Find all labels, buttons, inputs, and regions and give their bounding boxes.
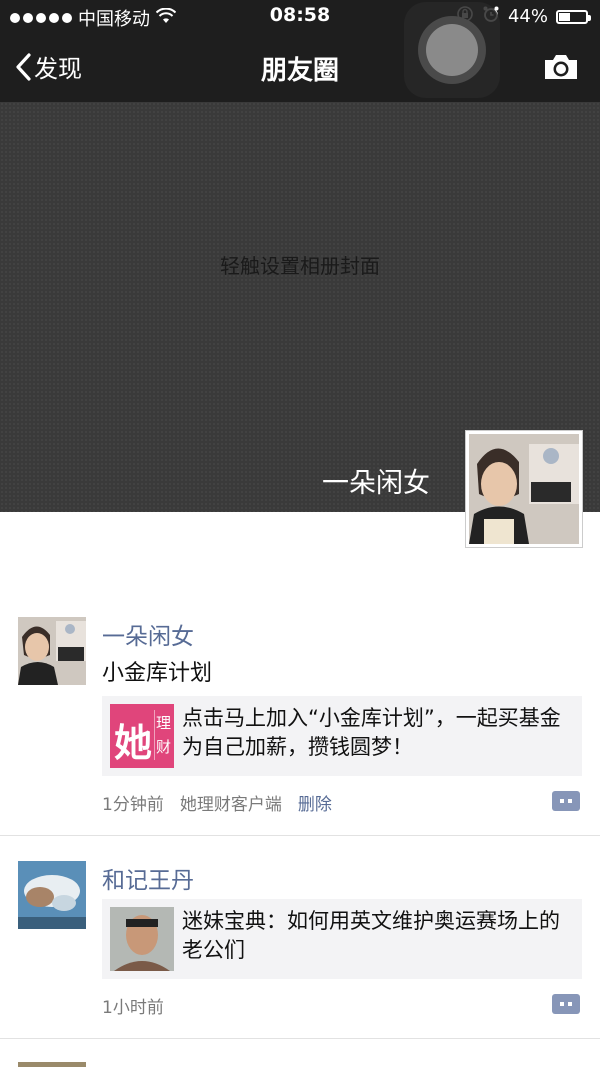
article-thumbnail-photo — [110, 907, 174, 971]
camera-button[interactable] — [542, 52, 580, 86]
user-avatar-photo — [18, 617, 86, 685]
nav-bar: 发现 朋友圈 — [0, 34, 600, 102]
status-bar: 中国移动 08:58 44% — [0, 0, 600, 34]
page-title: 朋友圈 — [260, 56, 339, 86]
divider — [0, 835, 600, 836]
app-logo-sub1: 理 — [156, 714, 172, 732]
owner-name: 一朵闲女 — [322, 468, 430, 499]
user-avatar-photo — [18, 861, 86, 929]
article-thumbnail — [110, 907, 174, 971]
post-meta: 1小时前 — [102, 993, 164, 1018]
post-meta: 1分钟前 她理财客户端 删除 — [102, 790, 332, 815]
post-time: 1分钟前 — [102, 795, 164, 815]
app-logo-main: 她 — [114, 721, 153, 765]
post-item: 和记王丹 迷妹宝典：如何用英文维护奥运赛场上的老公们 1小时前 — [0, 861, 600, 1037]
post-text: 小金库计划 — [102, 661, 213, 686]
app-logo-sub2: 财 — [156, 738, 172, 756]
share-card-text: 迷妹宝典：如何用英文维护奥运赛场上的老公们 — [182, 909, 560, 962]
post-item: 一朵闲女 小金库计划 她 理 财 点击马上加入“小金库计划”，一起买基金为自己加… — [0, 617, 600, 835]
assistive-touch-button[interactable] — [404, 2, 500, 98]
comment-icon[interactable] — [552, 994, 580, 1014]
share-card[interactable]: 迷妹宝典：如何用英文维护奥运赛场上的老公们 — [102, 899, 582, 979]
comment-icon[interactable] — [552, 791, 580, 811]
post-source[interactable]: 她理财客户端 — [180, 790, 282, 815]
assistive-core — [426, 24, 478, 76]
user-avatar[interactable] — [18, 617, 86, 685]
divider — [0, 1038, 600, 1039]
post-author[interactable]: 一朵闲女 — [102, 617, 194, 651]
post-time: 1小时前 — [102, 998, 164, 1018]
post-author[interactable]: 和记王丹 — [102, 861, 194, 895]
battery-icon — [556, 9, 591, 24]
camera-icon — [545, 55, 577, 79]
owner-avatar-photo — [469, 434, 579, 544]
share-card[interactable]: 她 理 财 点击马上加入“小金库计划”，一起买基金为自己加薪，攒钱圆梦！ — [102, 696, 582, 776]
user-avatar[interactable] — [18, 861, 86, 929]
battery-percent: 44% — [507, 6, 548, 27]
owner-avatar[interactable] — [465, 430, 583, 548]
next-post-avatar[interactable] — [18, 1062, 86, 1067]
share-card-text: 点击马上加入“小金库计划”，一起买基金为自己加薪，攒钱圆梦！ — [182, 706, 561, 759]
cover-hint[interactable]: 轻触设置相册封面 — [0, 250, 600, 279]
delete-link[interactable]: 删除 — [298, 790, 332, 815]
app-logo: 她 理 财 — [110, 704, 174, 768]
